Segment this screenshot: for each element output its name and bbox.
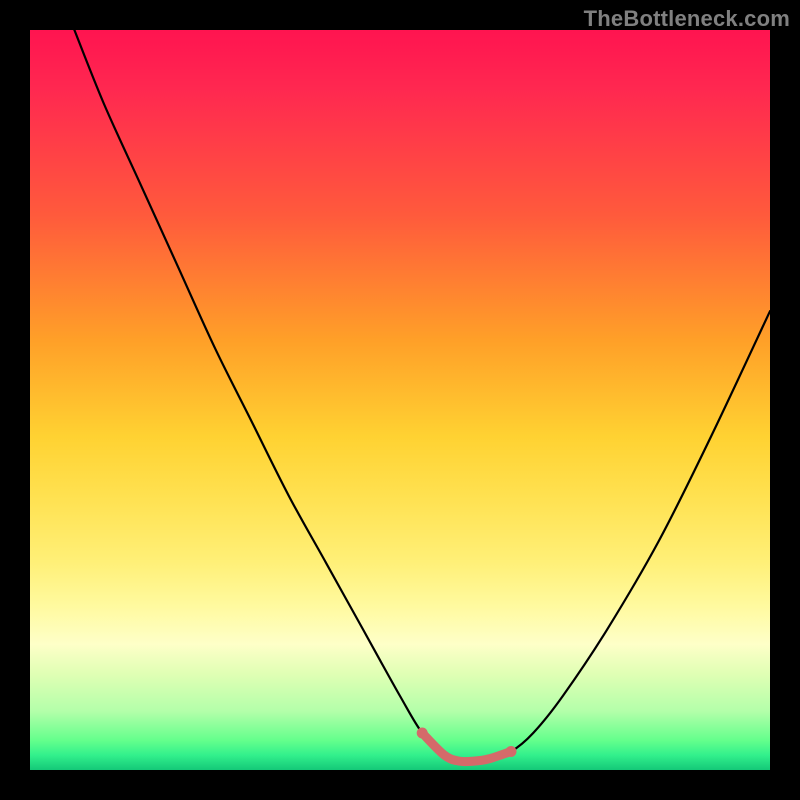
plot-area [30, 30, 770, 770]
chart-curve [74, 30, 770, 762]
watermark-text: TheBottleneck.com [584, 6, 790, 32]
chart-container: TheBottleneck.com [0, 0, 800, 800]
optimal-zone-marker [422, 733, 511, 762]
zone-endpoint-dot [506, 746, 517, 757]
chart-svg [30, 30, 770, 770]
zone-endpoint-dot [417, 728, 428, 739]
